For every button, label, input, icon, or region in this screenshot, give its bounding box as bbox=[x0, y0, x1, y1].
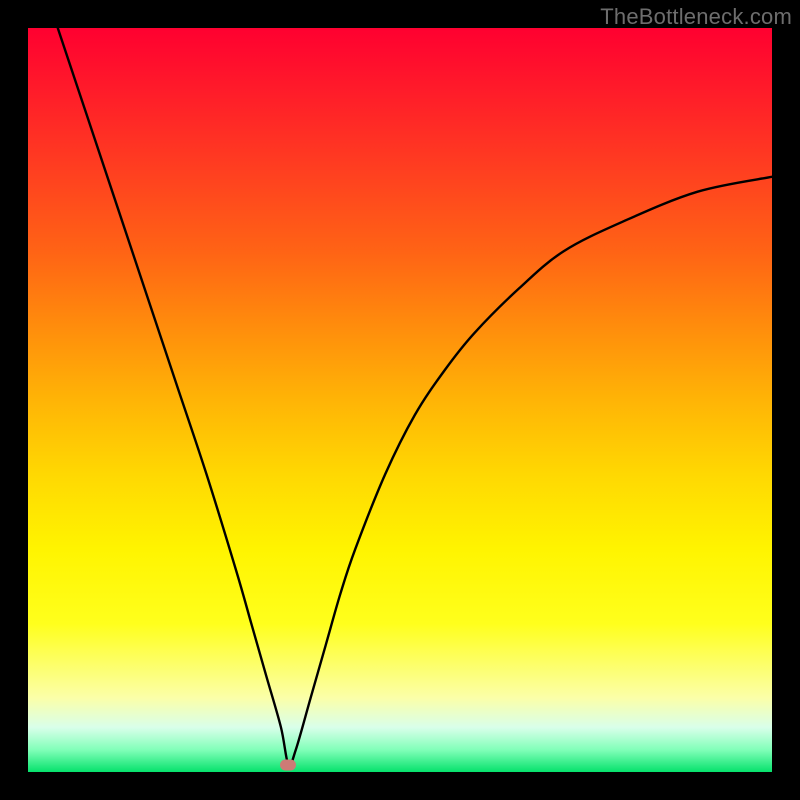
chart-frame: TheBottleneck.com bbox=[0, 0, 800, 800]
curve-svg bbox=[28, 28, 772, 772]
minimum-marker bbox=[280, 759, 296, 770]
plot-area bbox=[28, 28, 772, 772]
attribution-label: TheBottleneck.com bbox=[600, 4, 792, 30]
bottleneck-curve bbox=[58, 28, 772, 766]
